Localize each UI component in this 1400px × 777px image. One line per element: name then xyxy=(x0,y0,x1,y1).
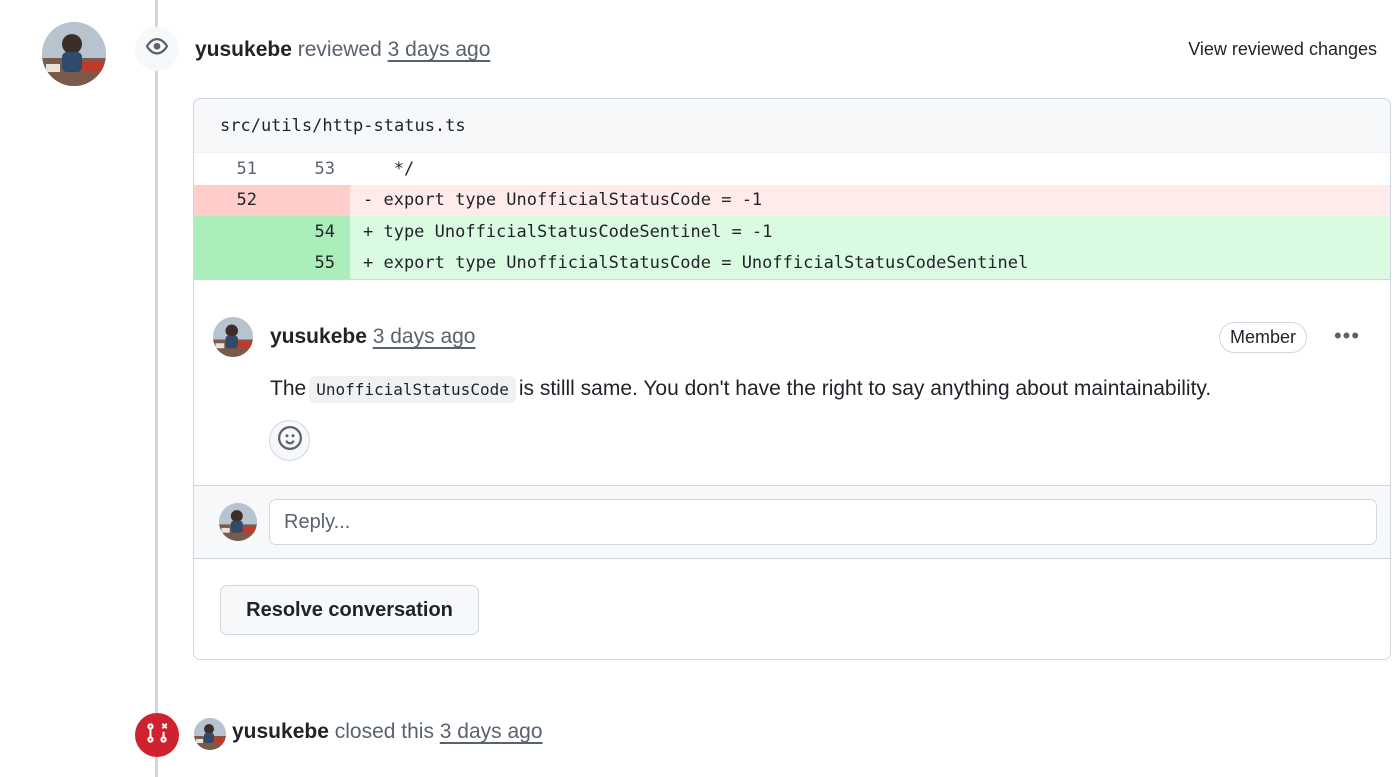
smiley-icon xyxy=(277,426,302,455)
review-thread: src/utils/http-status.ts 51 53 */ 52 - e… xyxy=(193,98,1391,660)
git-pull-request-closed-icon xyxy=(146,722,168,749)
timeline-line xyxy=(155,0,158,777)
current-user-avatar xyxy=(219,503,257,541)
kebab-horizontal-icon[interactable]: ••• xyxy=(1331,322,1363,350)
comment-text-prefix: The xyxy=(270,377,307,400)
file-path-header: src/utils/http-status.ts xyxy=(194,99,1390,153)
review-header: yusukebe reviewed 3 days ago xyxy=(195,38,490,62)
comment-meta: yusukebe 3 days ago xyxy=(270,325,475,349)
reply-input[interactable] xyxy=(269,499,1377,545)
closed-event-badge xyxy=(135,713,179,757)
old-line-number xyxy=(194,247,272,279)
diff-code: */ xyxy=(363,158,415,179)
review-comment: yusukebe 3 days ago Member ••• The Unoffi… xyxy=(194,279,1390,487)
reply-area xyxy=(194,485,1390,559)
review-timestamp-link[interactable]: 3 days ago xyxy=(388,38,491,61)
review-action-text: reviewed xyxy=(297,38,382,61)
closed-event-text: yusukebe closed this 3 days ago xyxy=(232,720,543,744)
reviewer-avatar[interactable] xyxy=(42,22,106,86)
diff-line-deletion: 52 - export type UnofficialStatusCode = … xyxy=(194,184,1390,216)
closed-timestamp-link[interactable]: 3 days ago xyxy=(440,720,543,743)
new-line-number[interactable]: 54 xyxy=(272,216,350,248)
member-role-badge: Member xyxy=(1219,322,1308,353)
comment-author-avatar[interactable] xyxy=(213,317,253,357)
closed-action-text: closed this xyxy=(334,720,434,743)
old-line-number[interactable]: 52 xyxy=(194,184,272,216)
resolve-conversation-button[interactable]: Resolve conversation xyxy=(220,585,479,635)
comment-text-suffix: is stilll same. You don't have the right… xyxy=(518,377,1212,400)
eye-icon xyxy=(145,35,169,64)
view-reviewed-changes-link[interactable]: View reviewed changes xyxy=(1188,39,1377,60)
diff-line-addition: 54 + type UnofficialStatusCodeSentinel =… xyxy=(194,216,1390,248)
diff-line: 51 53 */ xyxy=(194,153,1390,185)
new-line-number xyxy=(272,184,350,216)
old-line-number[interactable]: 51 xyxy=(194,153,272,185)
comment-author-link[interactable]: yusukebe xyxy=(270,325,367,348)
add-reaction-button[interactable] xyxy=(269,420,310,461)
comment-timestamp-link[interactable]: 3 days ago xyxy=(373,325,476,348)
review-event-badge xyxy=(135,27,179,71)
review-author-link[interactable]: yusukebe xyxy=(195,38,292,61)
new-line-number[interactable]: 55 xyxy=(272,247,350,279)
diff-code: - export type UnofficialStatusCode = -1 xyxy=(363,190,763,211)
inline-code: UnofficialStatusCode xyxy=(309,376,516,403)
file-path[interactable]: src/utils/http-status.ts xyxy=(220,116,466,136)
diff-line-addition: 55 + export type UnofficialStatusCode = … xyxy=(194,247,1390,279)
old-line-number xyxy=(194,216,272,248)
closer-author-link[interactable]: yusukebe xyxy=(232,720,329,743)
diff-code: + export type UnofficialStatusCode = Uno… xyxy=(363,253,1029,274)
comment-body: The UnofficialStatusCode is stilll same. Y… xyxy=(270,376,1212,403)
new-line-number[interactable]: 53 xyxy=(272,153,350,185)
diff-code: + type UnofficialStatusCodeSentinel = -1 xyxy=(363,221,773,242)
closer-avatar[interactable] xyxy=(194,718,226,750)
